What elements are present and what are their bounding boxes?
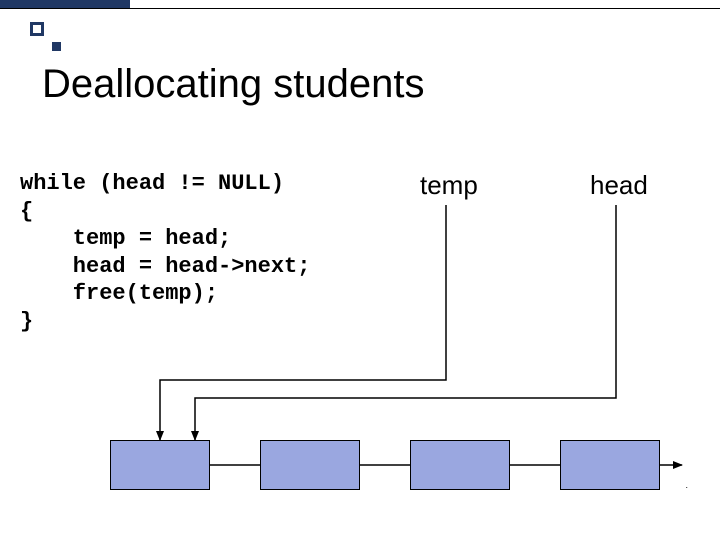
list-node <box>410 440 510 490</box>
page-marker: . <box>685 480 688 490</box>
list-node <box>560 440 660 490</box>
list-node <box>110 440 210 490</box>
list-node <box>260 440 360 490</box>
